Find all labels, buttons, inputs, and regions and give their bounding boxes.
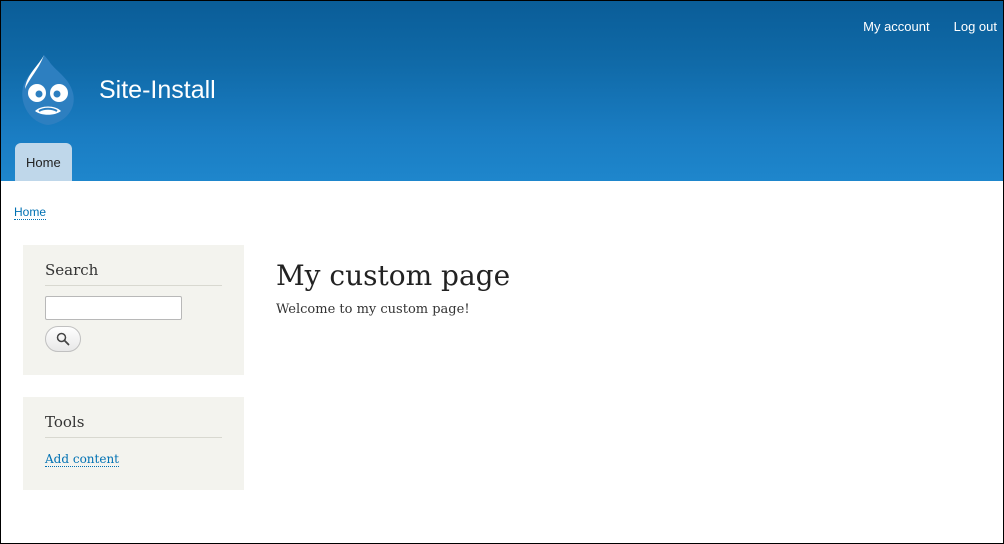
search-icon	[56, 332, 70, 346]
secondary-menu: My account Log out	[853, 19, 1003, 34]
search-block-title: Search	[45, 261, 222, 286]
page-title: My custom page	[276, 259, 511, 292]
primary-tabs: Home	[15, 143, 72, 181]
my-account-link[interactable]: My account	[863, 19, 929, 34]
search-input[interactable]	[45, 296, 182, 320]
log-out-link[interactable]: Log out	[954, 19, 997, 34]
breadcrumb-home-link[interactable]: Home	[14, 205, 47, 220]
main-content: My custom page Welcome to my custom page…	[276, 259, 510, 317]
breadcrumb: Home	[14, 205, 47, 220]
add-content-link[interactable]: Add content	[45, 452, 119, 467]
tools-block: Tools Add content	[23, 397, 244, 490]
search-button[interactable]	[45, 326, 81, 352]
site-name[interactable]: Site-Install	[99, 76, 216, 105]
drupal-logo-icon[interactable]	[17, 53, 79, 133]
tools-block-title: Tools	[45, 413, 222, 438]
site-header: My account Log out Site-Install Home	[1, 1, 1003, 181]
tab-home[interactable]: Home	[15, 143, 72, 181]
page-body: Welcome to my custom page!	[276, 302, 470, 317]
search-block: Search	[23, 245, 244, 375]
page-frame: My account Log out Site-Install Home Hom…	[0, 0, 1004, 544]
